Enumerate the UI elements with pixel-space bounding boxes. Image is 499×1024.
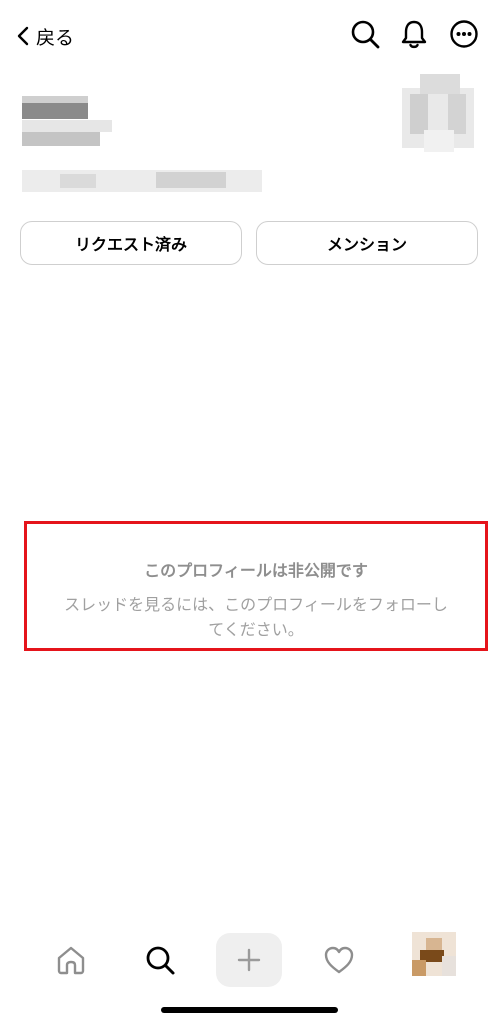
private-message-line: スレッドを見るには、このプロフィールをフォローし xyxy=(64,595,448,614)
profile-actions: リクエスト済み メンション xyxy=(20,221,480,265)
private-message-line: てください。 xyxy=(208,620,304,639)
plus-icon xyxy=(237,948,261,972)
profile-avatar[interactable] xyxy=(402,74,474,158)
bell-icon[interactable] xyxy=(398,18,430,50)
search-icon[interactable] xyxy=(349,18,381,50)
top-bar: 戻る xyxy=(0,0,499,72)
back-label: 戻る xyxy=(36,26,75,49)
blurred-handle-bg xyxy=(22,120,112,132)
create-button[interactable] xyxy=(216,932,282,988)
private-title: このプロフィールは非公開です xyxy=(144,561,368,580)
heart-icon[interactable] xyxy=(311,932,367,988)
blurred-bio xyxy=(22,170,262,192)
blurred-bio-segment xyxy=(60,174,96,188)
private-message: スレッドを見るには、このプロフィールをフォローし てください。 xyxy=(27,592,485,642)
nav-profile-avatar[interactable] xyxy=(412,932,456,976)
more-icon[interactable] xyxy=(448,18,480,50)
blurred-display-name xyxy=(22,103,88,119)
home-icon[interactable] xyxy=(43,932,99,988)
requested-button[interactable]: リクエスト済み xyxy=(20,221,242,265)
chevron-left-icon xyxy=(17,26,29,46)
blurred-handle xyxy=(22,132,100,146)
back-button[interactable]: 戻る xyxy=(16,22,74,50)
blurred-bio-segment xyxy=(156,172,226,188)
private-profile-notice: このプロフィールは非公開です スレッドを見るには、このプロフィールをフォローし … xyxy=(24,521,488,651)
home-indicator xyxy=(161,1007,338,1013)
search-icon[interactable] xyxy=(132,932,188,988)
mention-button[interactable]: メンション xyxy=(256,221,478,265)
